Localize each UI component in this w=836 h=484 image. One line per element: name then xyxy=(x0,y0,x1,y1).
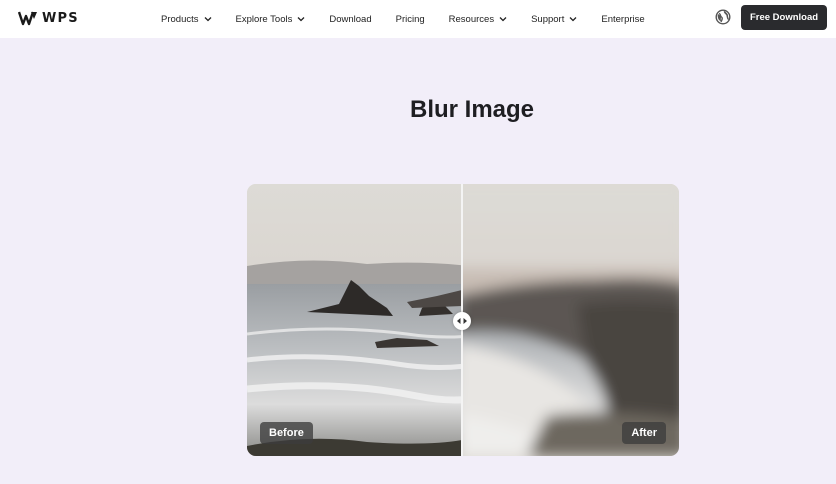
nav-item-label: Download xyxy=(329,13,372,25)
chevron-down-icon xyxy=(204,17,211,22)
nav-item-label: Pricing xyxy=(395,13,425,25)
split-handle[interactable] xyxy=(453,312,471,330)
nav-item-label: Products xyxy=(161,13,199,25)
nav-item-resources[interactable]: Resources xyxy=(449,14,507,25)
chevron-down-icon xyxy=(499,17,507,22)
brand-name: WPS xyxy=(42,10,79,26)
nav-item-label: Explore Tools xyxy=(235,13,293,25)
chevron-down-icon xyxy=(569,17,577,22)
globe-icon[interactable] xyxy=(715,9,731,25)
nav-item-enterprise[interactable]: Enterprise xyxy=(601,14,644,25)
chevron-down-icon xyxy=(297,17,305,22)
free-download-button[interactable]: Free Download xyxy=(741,5,827,30)
before-after-comparison[interactable]: Before After xyxy=(247,184,679,456)
main-nav: Products Explore Tools Download Pricing … xyxy=(161,0,669,38)
nav-item-label: Resources xyxy=(448,13,495,25)
wps-logo[interactable]: WPS xyxy=(18,10,79,26)
nav-item-pricing[interactable]: Pricing xyxy=(396,14,425,25)
nav-item-explore-tools[interactable]: Explore Tools xyxy=(236,14,306,25)
nav-item-label: Enterprise xyxy=(601,13,645,25)
wps-logo-icon xyxy=(18,11,37,26)
before-label: Before xyxy=(260,422,313,444)
page-title: Blur Image xyxy=(409,96,535,123)
nav-item-label: Support xyxy=(531,13,565,25)
nav-item-support[interactable]: Support xyxy=(531,14,577,25)
after-label: After xyxy=(622,422,666,444)
nav-item-products[interactable]: Products xyxy=(161,14,212,25)
nav-item-download[interactable]: Download xyxy=(329,14,371,25)
arrows-left-right-icon xyxy=(457,318,467,324)
top-navbar: WPS Products Explore Tools Download Pric… xyxy=(0,0,836,38)
